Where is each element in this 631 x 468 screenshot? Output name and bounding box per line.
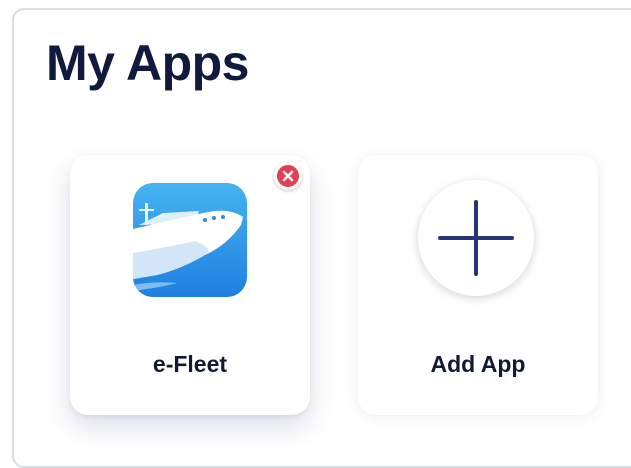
- app-card-e-fleet[interactable]: e-Fleet: [70, 155, 310, 415]
- add-app-label: Add App: [430, 351, 526, 377]
- ship-icon: [133, 183, 247, 297]
- remove-app-icon[interactable]: [274, 162, 302, 190]
- add-app-button[interactable]: Add App: [358, 155, 598, 415]
- plus-icon: [418, 180, 534, 296]
- app-name-label: e-Fleet: [152, 351, 228, 377]
- page-title: My Apps: [46, 35, 250, 91]
